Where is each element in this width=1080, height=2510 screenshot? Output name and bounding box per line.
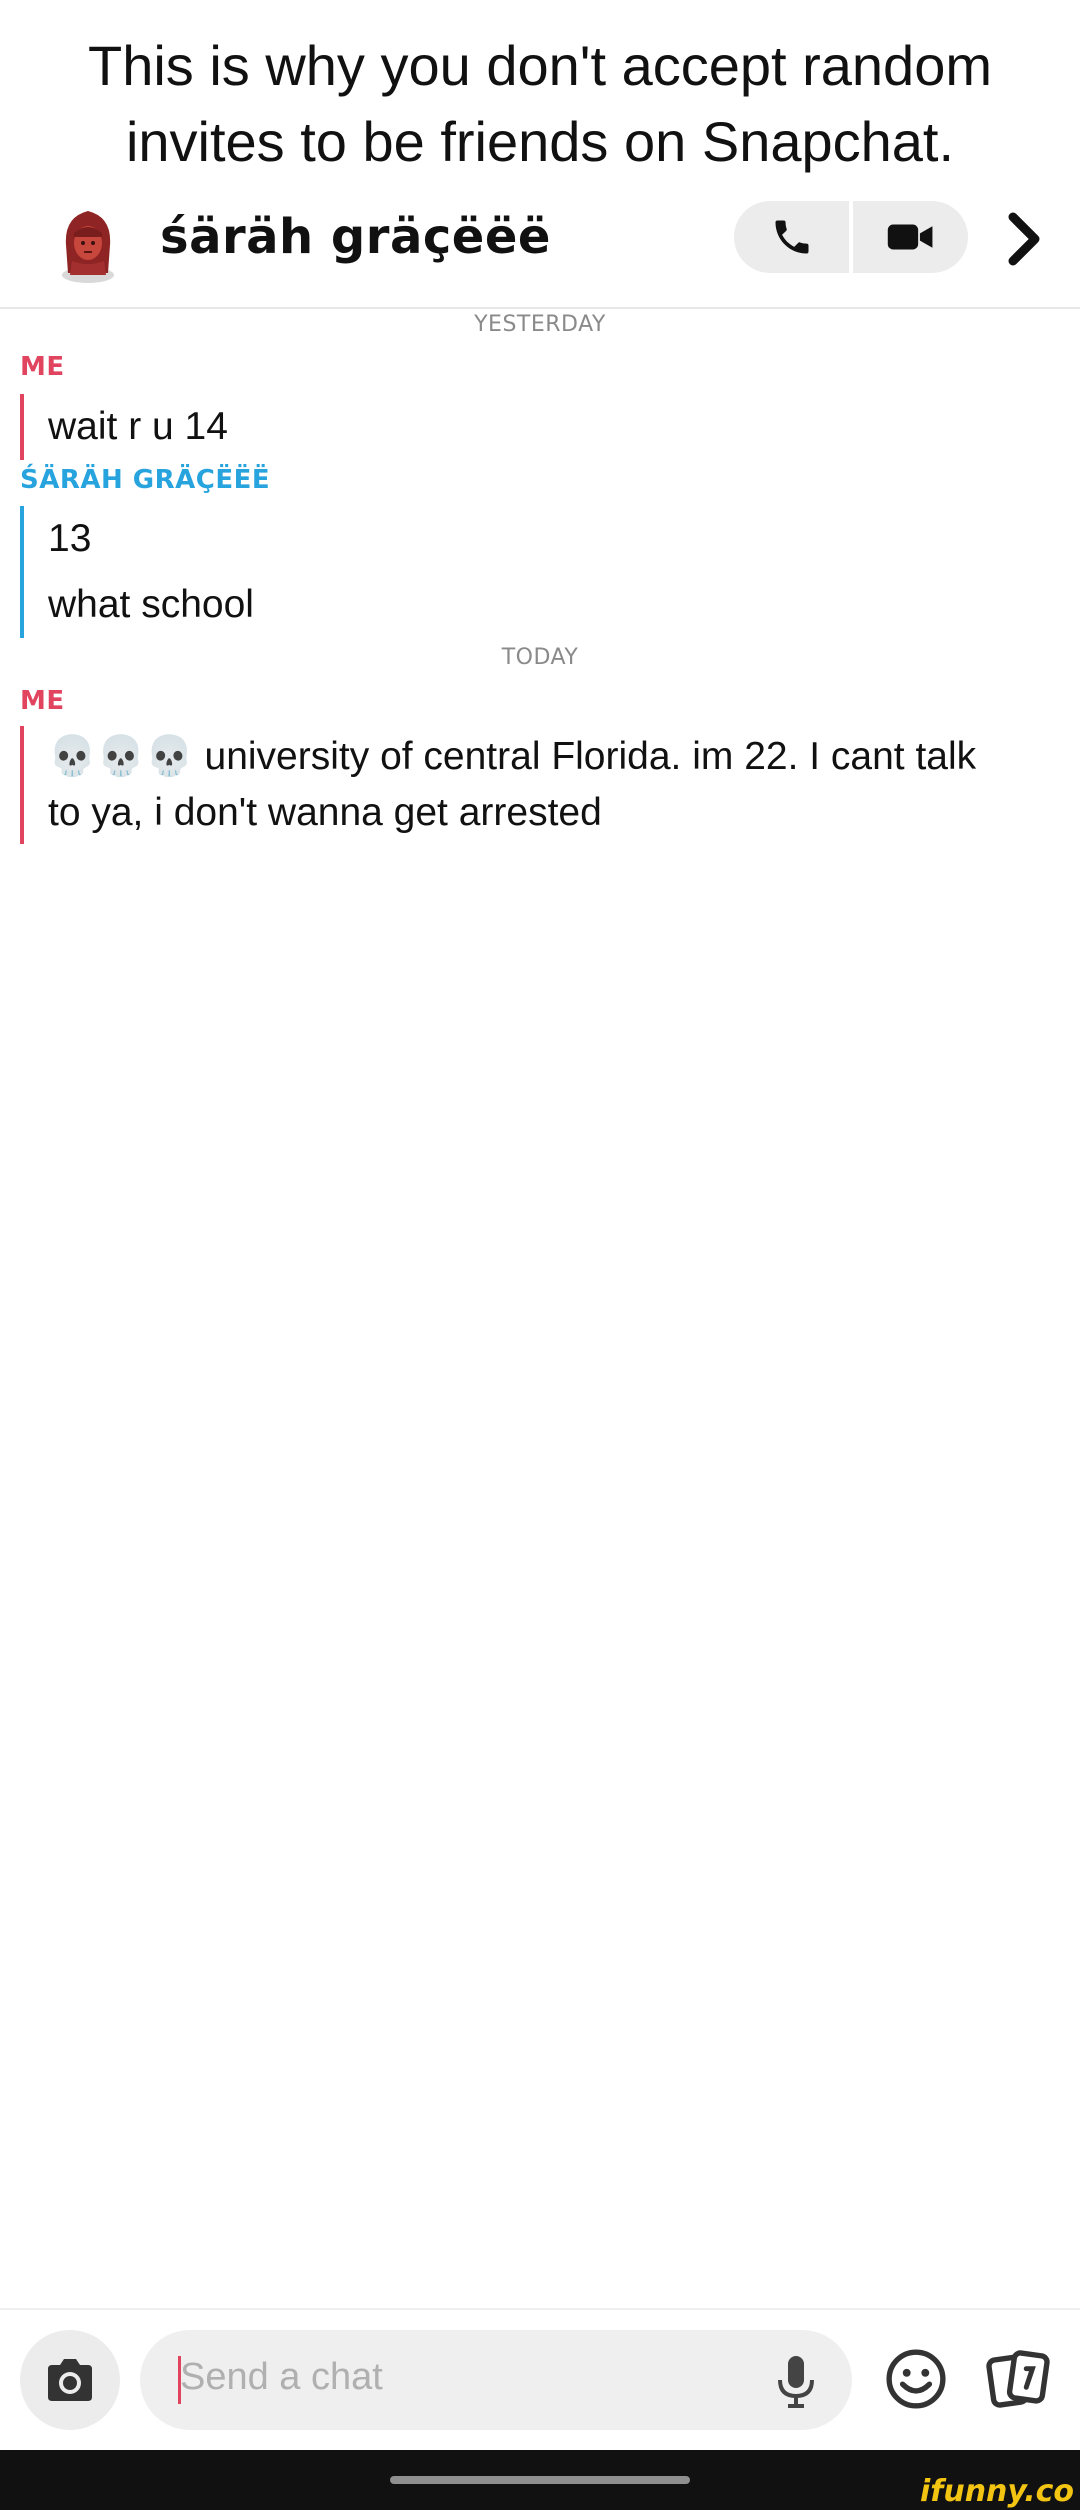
date-divider-today: TODAY [501, 645, 579, 670]
cards-icon[interactable] [985, 2348, 1051, 2410]
ifunny-watermark: ifunny.co [920, 2474, 1074, 2509]
video-icon [887, 224, 932, 250]
chevron-right-icon[interactable] [1005, 211, 1045, 267]
sender-label-me: ME [20, 352, 65, 382]
message-text[interactable]: wait r u 14 [24, 394, 1064, 460]
meme-caption: This is why you don't accept random invi… [0, 28, 1080, 180]
message-text[interactable]: 💀💀💀 university of central Florida. im 22… [24, 726, 1064, 841]
chat-input-placeholder: Send a chat [180, 2356, 383, 2398]
message-group-sarah: 13 what school [20, 506, 1064, 638]
sender-label-me: ME [20, 686, 65, 716]
system-nav-bar [0, 2450, 1080, 2510]
message-line-1: 💀💀💀 university of central Florida. im 22… [48, 735, 977, 778]
video-call-button[interactable] [853, 201, 968, 273]
smile-icon[interactable] [885, 2348, 947, 2410]
mic-icon[interactable] [776, 2354, 816, 2410]
chat-input-field[interactable]: Send a chat [140, 2330, 852, 2430]
sender-label-sarah: ŚÄRÄH GRÄÇËËË [20, 465, 271, 495]
message-group-me: 💀💀💀 university of central Florida. im 22… [20, 726, 1064, 844]
home-indicator[interactable] [390, 2476, 690, 2484]
chat-input-bar: Send a chat [0, 2308, 1080, 2452]
phone-icon [775, 220, 808, 254]
message-group-me: wait r u 14 [20, 394, 1064, 460]
camera-button[interactable] [20, 2330, 120, 2430]
caption-line-1: This is why you don't accept random [87, 34, 992, 97]
message-line-2: to ya, i don't wanna get arrested [48, 791, 602, 834]
chat-header: śäräh gräçëëë [0, 195, 1080, 309]
call-buttons [734, 201, 968, 273]
voice-call-button[interactable] [734, 201, 849, 273]
camera-icon [48, 2359, 92, 2401]
bitmoji-avatar[interactable] [48, 203, 128, 283]
message-text[interactable]: 13 [24, 506, 1064, 572]
chat-name[interactable]: śäräh gräçëëë [160, 209, 551, 265]
caption-line-2: invites to be friends on Snapchat. [125, 110, 955, 173]
message-text[interactable]: what school [24, 572, 1064, 638]
date-divider-yesterday: YESTERDAY [474, 312, 606, 337]
